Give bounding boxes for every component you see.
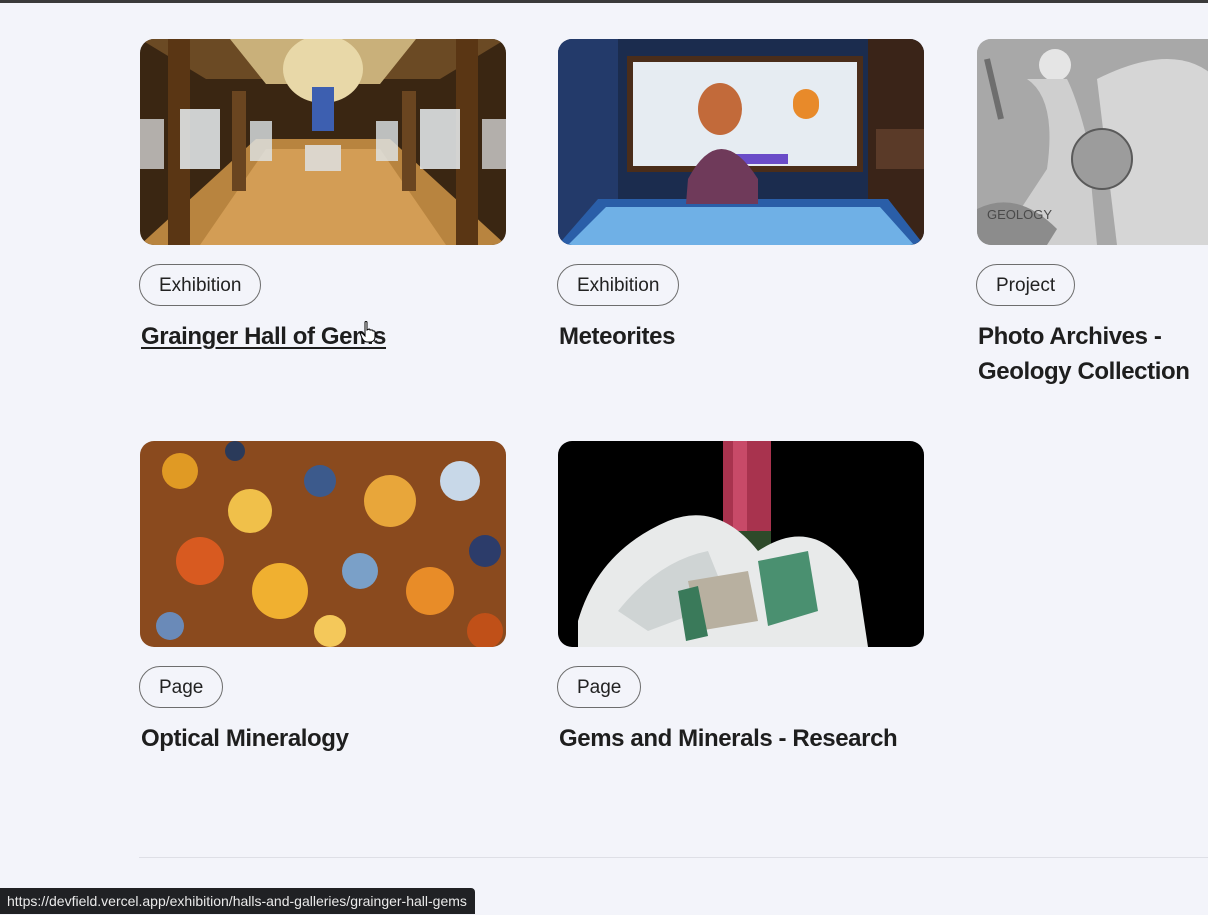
link-status-bar: https://devfield.vercel.app/exhibition/h…	[0, 888, 475, 914]
content-type-tag: Page	[557, 666, 642, 708]
card-title-link[interactable]: Photo Archives - Geology Collection	[978, 319, 1208, 389]
svg-text:GEOLOGY: GEOLOGY	[987, 207, 1052, 222]
card-title-link[interactable]: Grainger Hall of Gems	[141, 319, 561, 354]
top-border	[0, 0, 1208, 3]
footer-divider	[139, 857, 1208, 858]
card-title-link[interactable]: Meteorites	[559, 319, 979, 354]
meteorites-image[interactable]	[558, 39, 924, 245]
optical-mineralogy-image[interactable]	[140, 441, 506, 647]
tourmaline-specimen-image[interactable]	[558, 441, 924, 647]
card-title-link[interactable]: Optical Mineralogy	[141, 721, 561, 756]
content-type-tag: Exhibition	[139, 264, 262, 306]
geology-relief-image[interactable]: GEOLOGY	[977, 39, 1208, 245]
content-type-tag: Exhibition	[557, 264, 680, 306]
content-type-tag: Project	[976, 264, 1076, 306]
card-title-link[interactable]: Gems and Minerals - Research	[559, 721, 979, 756]
hand-cursor-icon	[360, 321, 376, 343]
gem-hall-image[interactable]	[140, 39, 506, 245]
content-type-tag: Page	[139, 666, 224, 708]
